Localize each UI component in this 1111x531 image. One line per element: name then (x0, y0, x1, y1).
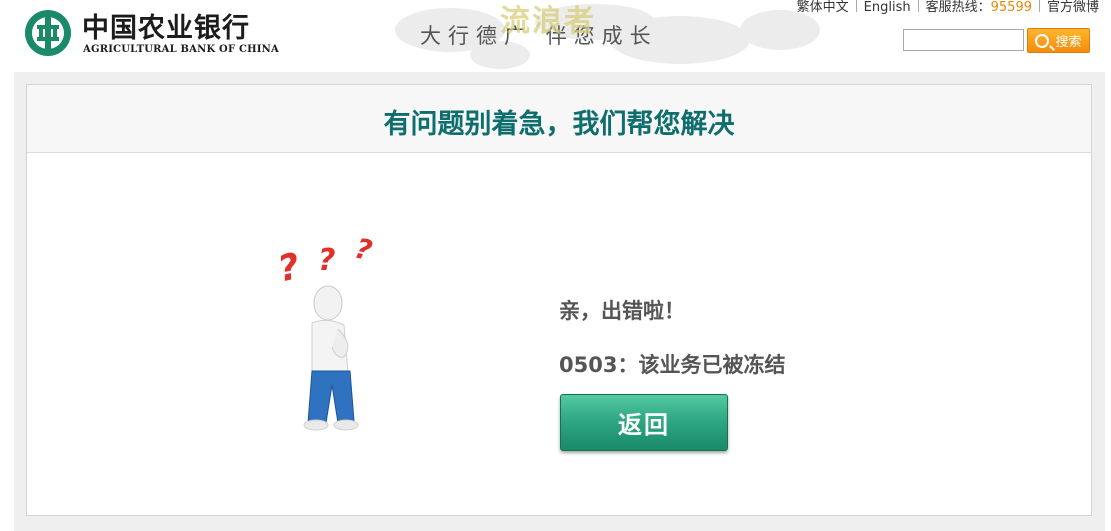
english-link[interactable]: English (864, 0, 911, 15)
svg-text:?: ? (318, 243, 335, 278)
hotline-label: 客服热线： (925, 0, 991, 15)
divider (917, 0, 919, 12)
search-button-label: 搜索 (1055, 34, 1082, 49)
svg-text:?: ? (352, 233, 376, 267)
divider (1038, 0, 1040, 12)
page-title: 有问题别着急，我们帮您解决 (383, 109, 735, 140)
search-input[interactable] (903, 29, 1024, 51)
search-icon (1035, 34, 1050, 48)
top-links: 繁体中文 English 客服热线：95599 官方微博 (797, 0, 1099, 15)
divider (855, 0, 857, 12)
watermark-text: 流浪者 (500, 4, 596, 39)
back-button[interactable]: 返回 (560, 394, 728, 451)
traditional-chinese-link[interactable]: 繁体中文 (797, 0, 849, 15)
error-message: 0503：该业务已被冻结 (559, 353, 786, 377)
logo-chinese-name[interactable]: 中国农业银行 (82, 6, 250, 45)
page-header: 中国农业银行 AGRICULTURAL BANK OF CHINA 大行德广 伴… (0, 0, 1111, 72)
weibo-link[interactable]: 官方微博 (1047, 0, 1099, 15)
svg-text:?: ? (276, 246, 304, 290)
search-button[interactable]: 搜索 (1027, 28, 1090, 53)
abc-logo-icon[interactable] (24, 9, 72, 57)
logo-english-name[interactable]: AGRICULTURAL BANK OF CHINA (83, 44, 279, 55)
hotline-number: 95599 (990, 0, 1032, 15)
error-heading: 亲，出错啦！ (559, 299, 685, 323)
panel-header: 有问题别着急，我们帮您解决 (27, 85, 1091, 153)
confused-figure-icon: ? ? ? (276, 233, 376, 431)
